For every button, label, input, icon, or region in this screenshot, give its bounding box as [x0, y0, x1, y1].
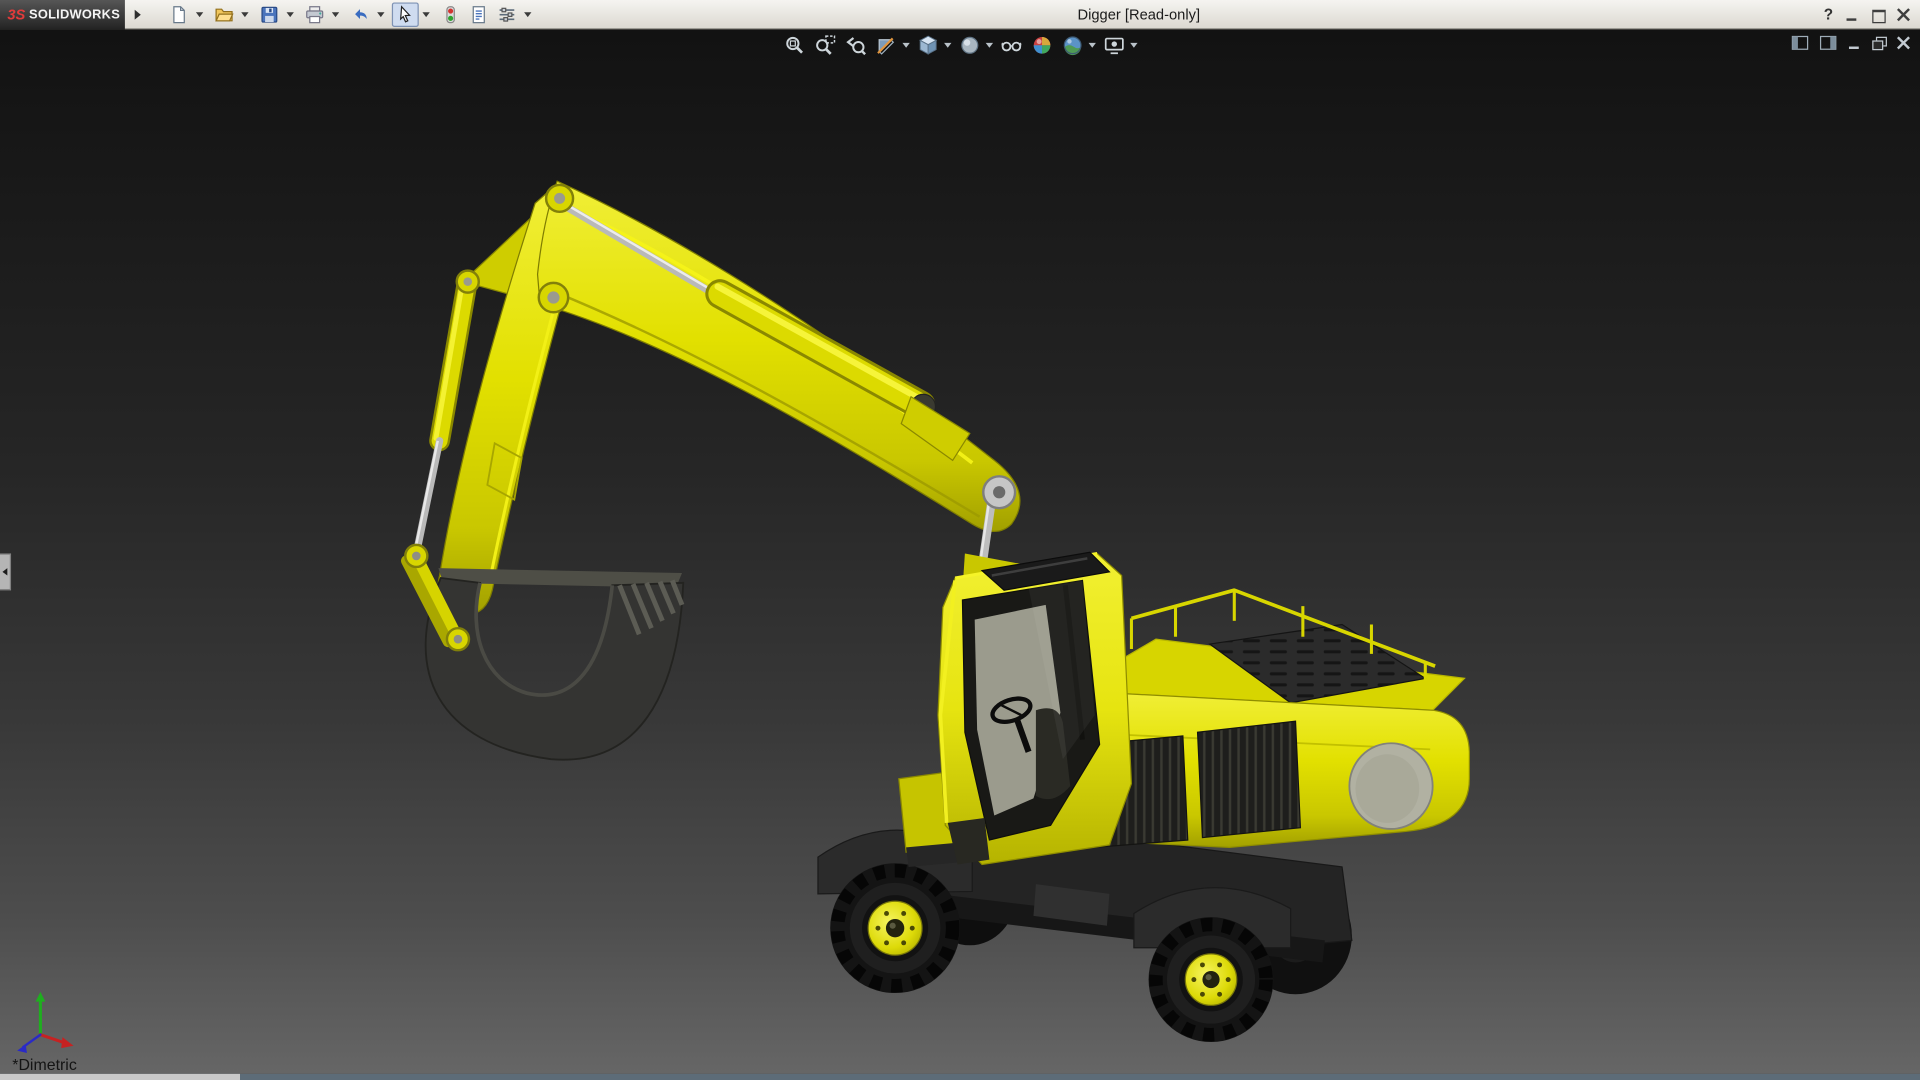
help-button[interactable]: ?	[1824, 6, 1833, 23]
hide-show-items-button[interactable]	[997, 32, 1026, 59]
new-document-icon	[169, 4, 189, 24]
brand-mark: 3S	[7, 6, 25, 23]
boom-arm[interactable]	[414, 181, 1043, 614]
graphics-area[interactable]	[0, 29, 1920, 1073]
save-button[interactable]	[256, 2, 283, 26]
select-cursor-icon	[396, 4, 416, 24]
display-style-icon	[959, 34, 981, 56]
file-properties-button[interactable]	[465, 2, 492, 26]
undo-icon	[350, 4, 370, 24]
edit-appearance-icon	[1031, 34, 1053, 56]
apply-scene-caret[interactable]	[1089, 43, 1096, 48]
bucket[interactable]	[426, 568, 684, 760]
rear-wheel[interactable]	[1149, 917, 1274, 1042]
main-toolbar	[165, 2, 537, 26]
viewport[interactable]: *Dimetric	[0, 29, 1920, 1073]
save-icon	[260, 4, 280, 24]
pane-left-icon[interactable]	[1791, 36, 1808, 51]
open-button[interactable]	[211, 2, 238, 26]
pane-right-icon[interactable]	[1820, 36, 1837, 51]
previous-view-button[interactable]	[841, 32, 870, 59]
hide-show-items-icon	[1000, 34, 1022, 56]
display-style-caret[interactable]	[986, 43, 993, 48]
grille-right	[1198, 721, 1301, 837]
menu-expand-arrow-icon[interactable]	[135, 9, 141, 19]
rebuild-traffic-light-icon	[441, 4, 461, 24]
options-button[interactable]	[493, 2, 520, 26]
undo-button[interactable]	[347, 2, 374, 26]
orientation-triad[interactable]	[17, 992, 73, 1053]
minimize-button[interactable]	[1845, 8, 1858, 21]
z-axis	[23, 1035, 40, 1047]
close-button[interactable]	[1897, 8, 1910, 21]
status-bar-left-segment	[0, 1074, 240, 1080]
print-caret[interactable]	[332, 12, 339, 17]
zoom-to-fit-button[interactable]	[780, 32, 809, 59]
cab[interactable]	[938, 552, 1131, 864]
solidworks-logo: 3S SOLIDWORKS	[0, 0, 125, 29]
options-icon	[497, 4, 517, 24]
view-settings-button[interactable]	[1100, 32, 1129, 59]
zoom-to-area-icon	[814, 34, 836, 56]
document-restore-button[interactable]	[1872, 36, 1885, 49]
new-document-caret[interactable]	[196, 12, 203, 17]
open-caret[interactable]	[241, 12, 248, 17]
open-folder-icon	[214, 4, 234, 24]
apply-scene-icon	[1062, 34, 1084, 56]
document-close-button[interactable]	[1897, 36, 1910, 49]
front-wheel[interactable]	[830, 863, 960, 993]
view-settings-icon	[1103, 34, 1125, 56]
window-title: Digger [Read-only]	[1078, 0, 1201, 29]
maximize-button[interactable]	[1871, 8, 1884, 21]
document-window-controls	[1791, 36, 1910, 51]
select-button[interactable]	[392, 2, 419, 26]
previous-view-icon	[845, 34, 867, 56]
view-orientation-caret[interactable]	[944, 43, 951, 48]
options-caret[interactable]	[524, 12, 531, 17]
undo-caret[interactable]	[377, 12, 384, 17]
print-button[interactable]	[301, 2, 328, 26]
zoom-to-area-button[interactable]	[811, 32, 840, 59]
print-icon	[305, 4, 325, 24]
zoom-to-fit-icon	[784, 34, 806, 56]
save-caret[interactable]	[287, 12, 294, 17]
document-minimize-button[interactable]	[1848, 36, 1861, 49]
status-bar	[0, 1074, 1920, 1080]
brand-text: SOLIDWORKS	[29, 7, 120, 22]
section-view-caret[interactable]	[902, 43, 909, 48]
view-settings-caret[interactable]	[1130, 43, 1137, 48]
section-view-icon	[876, 34, 898, 56]
select-caret[interactable]	[422, 12, 429, 17]
view-orientation-cube-icon	[917, 34, 939, 56]
window-controls: ?	[1824, 0, 1910, 29]
application-window: 3S SOLIDWORKS	[0, 0, 1920, 1080]
new-document-button[interactable]	[165, 2, 192, 26]
edit-appearance-button[interactable]	[1027, 32, 1056, 59]
rebuild-button[interactable]	[437, 2, 464, 26]
view-orientation-button[interactable]	[913, 32, 942, 59]
heads-up-toolbar	[780, 32, 1140, 59]
display-style-button[interactable]	[955, 32, 984, 59]
section-view-button[interactable]	[872, 32, 901, 59]
view-orientation-label: *Dimetric	[12, 1056, 77, 1074]
excavator-model[interactable]	[405, 181, 1469, 1042]
panel-splitter-handle[interactable]	[0, 553, 11, 590]
apply-scene-button[interactable]	[1058, 32, 1087, 59]
file-properties-icon	[469, 4, 489, 24]
title-bar: 3S SOLIDWORKS	[0, 0, 1920, 29]
